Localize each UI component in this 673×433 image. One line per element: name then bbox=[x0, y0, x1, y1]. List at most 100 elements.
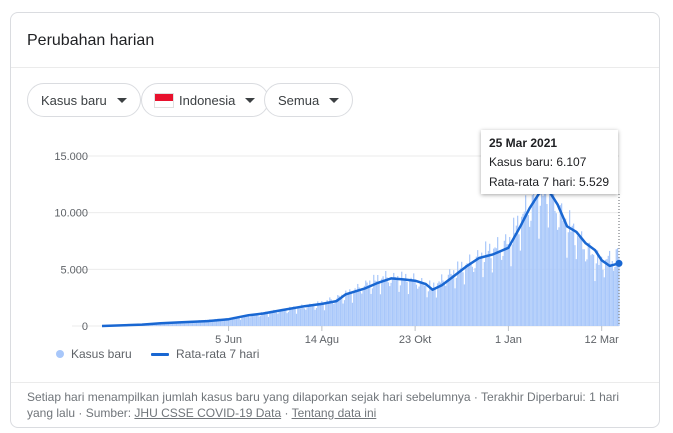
case-bar bbox=[305, 309, 307, 326]
case-bar bbox=[522, 213, 524, 326]
case-bar bbox=[347, 294, 350, 326]
case-bar bbox=[566, 257, 568, 326]
case-bar bbox=[349, 289, 351, 326]
x-tick-label: 14 Agu bbox=[305, 334, 339, 346]
case-bar bbox=[278, 311, 280, 326]
case-bar bbox=[539, 205, 541, 326]
case-bar bbox=[575, 259, 577, 326]
case-bar bbox=[314, 309, 316, 326]
case-bar bbox=[583, 249, 585, 326]
case-bar bbox=[351, 302, 354, 326]
case-bar bbox=[585, 261, 587, 326]
case-bar bbox=[562, 220, 564, 326]
case-bar bbox=[286, 313, 288, 326]
case-bar bbox=[282, 308, 284, 326]
case-bar bbox=[463, 284, 465, 326]
case-bar bbox=[549, 191, 551, 326]
case-bar bbox=[445, 285, 447, 326]
case-bar bbox=[470, 264, 472, 326]
case-bar bbox=[515, 225, 517, 326]
case-bar bbox=[567, 232, 569, 326]
case-bar bbox=[355, 291, 358, 326]
x-tick-label: 23 Okt bbox=[399, 334, 431, 346]
case-bar bbox=[250, 315, 252, 326]
case-bar bbox=[609, 250, 611, 326]
case-bar bbox=[545, 176, 547, 326]
case-bar bbox=[573, 223, 575, 326]
case-bar bbox=[538, 238, 540, 326]
case-bar bbox=[561, 203, 563, 326]
case-bar bbox=[333, 303, 335, 326]
case-bar bbox=[427, 291, 429, 326]
case-bar bbox=[410, 277, 412, 326]
case-bar bbox=[477, 250, 479, 326]
case-bar bbox=[437, 283, 439, 326]
case-bar bbox=[613, 270, 615, 326]
legend-item-cases[interactable]: Kasus baru bbox=[56, 347, 132, 361]
case-bar bbox=[530, 220, 532, 326]
y-tick-label: 0 bbox=[82, 321, 88, 333]
case-bar bbox=[594, 281, 596, 326]
case-bar bbox=[478, 257, 480, 326]
case-bar bbox=[295, 313, 298, 326]
case-bar bbox=[183, 323, 186, 326]
case-bar bbox=[591, 253, 593, 326]
daily-cases-chart[interactable]: 0 5.000 10.000 15.000 5 Jun 14 Agu 23 Okt 1 Jan… bbox=[0, 0, 673, 433]
case-bar bbox=[582, 249, 584, 326]
case-bar bbox=[281, 308, 283, 326]
case-bar bbox=[269, 312, 271, 326]
case-bar bbox=[353, 290, 355, 326]
case-bar bbox=[299, 308, 302, 326]
case-bar bbox=[455, 277, 457, 326]
case-bar bbox=[425, 282, 427, 326]
case-bar bbox=[323, 310, 326, 326]
case-bar bbox=[503, 240, 505, 326]
case-bar bbox=[509, 236, 511, 326]
case-bar bbox=[255, 314, 258, 326]
case-bar bbox=[287, 311, 290, 326]
case-bar bbox=[362, 289, 364, 326]
case-bar bbox=[490, 258, 492, 326]
case-bar bbox=[453, 270, 455, 326]
case-bar bbox=[409, 279, 411, 326]
case-bar bbox=[247, 316, 250, 326]
tooltip-cases: Kasus baru: 6.107 bbox=[489, 155, 587, 169]
case-bar bbox=[574, 245, 576, 326]
case-bar bbox=[422, 282, 424, 326]
case-bar bbox=[563, 219, 565, 326]
case-bar bbox=[405, 273, 407, 326]
case-bar bbox=[599, 258, 601, 326]
bar-swatch-icon bbox=[56, 350, 64, 358]
case-bar bbox=[458, 270, 460, 326]
case-bar bbox=[373, 274, 375, 326]
case-bar bbox=[459, 268, 461, 326]
case-bar bbox=[579, 236, 581, 326]
case-bar bbox=[421, 278, 423, 326]
case-bar bbox=[473, 271, 475, 326]
case-bar bbox=[399, 285, 402, 326]
case-bar bbox=[482, 277, 484, 326]
case-bar bbox=[465, 264, 467, 326]
case-bar bbox=[543, 185, 545, 326]
case-bar bbox=[614, 267, 616, 326]
case-bar bbox=[606, 259, 608, 326]
case-bar bbox=[346, 293, 348, 326]
case-bar bbox=[565, 218, 567, 326]
case-bar bbox=[558, 227, 560, 326]
case-bar bbox=[533, 186, 535, 326]
case-bar bbox=[467, 264, 469, 326]
case-bar bbox=[481, 252, 483, 326]
legend-item-average[interactable]: Rata-rata 7 hari bbox=[151, 347, 259, 361]
case-bar bbox=[529, 226, 531, 326]
case-bar bbox=[601, 256, 603, 326]
case-bar bbox=[494, 247, 496, 326]
case-bar bbox=[327, 302, 330, 326]
case-bar bbox=[407, 294, 410, 326]
case-bar bbox=[381, 278, 383, 326]
case-bar bbox=[610, 263, 612, 326]
case-bar bbox=[383, 279, 386, 326]
case-bar bbox=[442, 280, 444, 326]
case-bar bbox=[263, 313, 266, 326]
case-bar bbox=[570, 231, 572, 326]
legend-cases-label: Kasus baru bbox=[71, 347, 132, 361]
